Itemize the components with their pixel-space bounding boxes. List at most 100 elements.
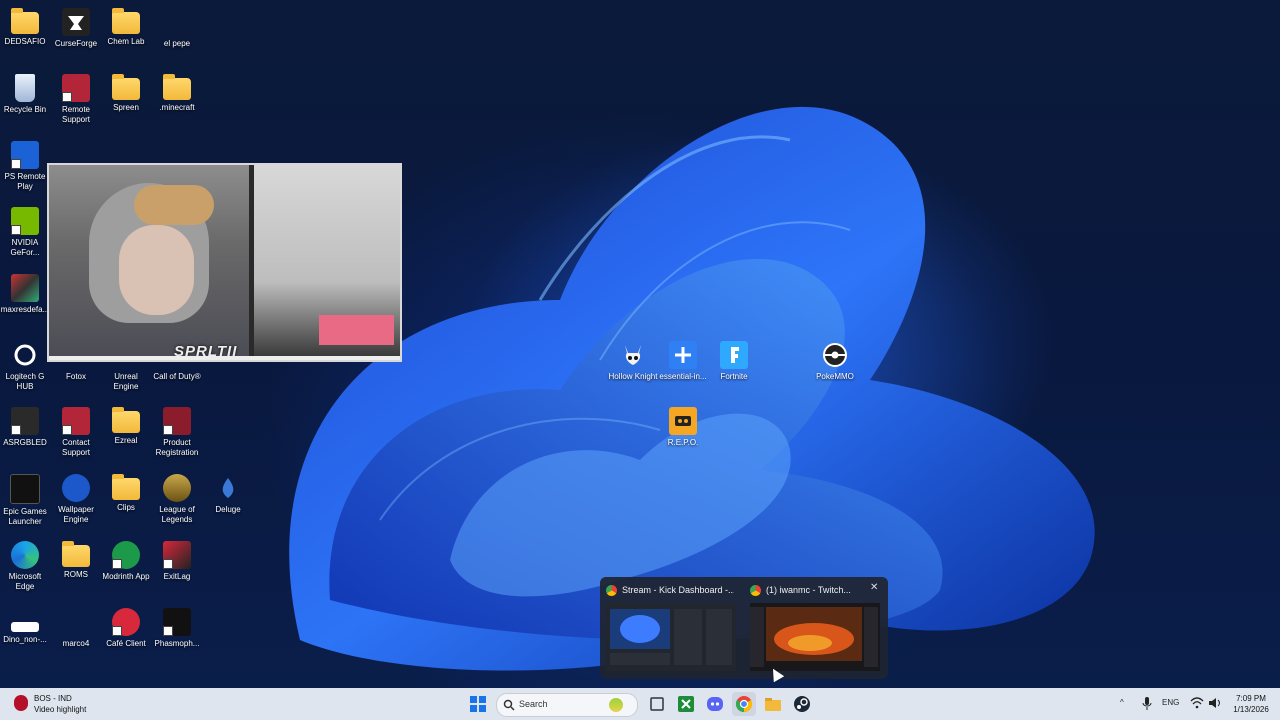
volume-icon[interactable] [1208, 697, 1222, 709]
desktop-icon-label: Deluge [215, 505, 241, 514]
webcam-person-hair [134, 185, 214, 225]
desktop-icon-product-registration[interactable]: Product Registration [152, 407, 202, 458]
essential-icon [669, 341, 697, 369]
desktop-icon-label: essential-in... [659, 372, 707, 381]
search-highlight-icon [609, 698, 623, 712]
desktop-icon-microsoft-edge[interactable]: Microsoft Edge [0, 541, 50, 592]
desktop-icon-label: DEDSAFIO [4, 37, 46, 46]
widget-icon [14, 695, 28, 711]
desktop[interactable]: DEDSAFIO CurseForge Chem Lab el pepe Rec… [0, 0, 1280, 688]
desktop-icon-label: Ezreal [114, 436, 138, 445]
discord-app-button[interactable] [703, 692, 727, 716]
xbox-app-button[interactable] [674, 692, 698, 716]
desktop-icon-recycle-bin[interactable]: Recycle Bin [0, 74, 50, 115]
league-icon [163, 474, 191, 502]
desktop-icon-label: Call of Duty® [153, 372, 201, 381]
desktop-icon-label: League of Legends [159, 505, 195, 524]
deluge-icon [214, 474, 242, 502]
desktop-icon-logitech-g-hub[interactable]: Logitech G HUB [0, 341, 50, 392]
desktop-icon-asrgbled[interactable]: ASRGBLED [0, 407, 50, 448]
desktop-icon-chem-lab[interactable]: Chem Lab [101, 8, 151, 47]
ps-remote-play-icon [11, 141, 39, 169]
desktop-icon-label: Wallpaper Engine [58, 505, 94, 524]
desktop-icon-pokemmo[interactable]: PokeMMO [810, 341, 860, 382]
taskbar-search[interactable]: Search [496, 693, 638, 717]
microphone-icon[interactable] [1142, 697, 1152, 710]
desktop-icon-epic-games[interactable]: Epic Games Launcher [0, 474, 50, 527]
desktop-icon-wallpaper-engine[interactable]: Wallpaper Engine [51, 474, 101, 525]
chrome-app-button[interactable] [732, 692, 756, 716]
exitlag-icon [163, 541, 191, 569]
desktop-icon-label: Contact Support [61, 438, 91, 457]
search-icon [503, 699, 515, 711]
preview-close-button[interactable]: ✕ [870, 582, 878, 593]
desktop-icon-fortnite[interactable]: Fortnite [709, 341, 759, 382]
desktop-icon-curseforge[interactable]: CurseForge [51, 8, 101, 49]
desktop-icon-label: Chem Lab [107, 37, 145, 46]
desktop-icon-essential-installer[interactable]: essential-in... [658, 341, 708, 382]
repo-icon [669, 407, 697, 435]
widget-subtitle: Video highlight [34, 705, 87, 714]
desktop-icon-clips[interactable]: Clips [101, 474, 151, 513]
start-button[interactable] [466, 692, 490, 716]
desktop-icon-deluge[interactable]: Deluge [203, 474, 253, 515]
desktop-icon-label: Modrinth App [102, 572, 150, 581]
chrome-icon [750, 585, 761, 596]
desktop-icon-label: Clips [117, 503, 135, 512]
desktop-icon-ezreal[interactable]: Ezreal [101, 407, 151, 446]
desktop-icon-ps-remote-play[interactable]: PS Remote Play [0, 141, 50, 192]
cafe-client-icon [112, 608, 140, 636]
desktop-icon-exitlag[interactable]: ExitLag [152, 541, 202, 582]
steam-app-button[interactable] [790, 692, 814, 716]
task-view-button[interactable] [645, 692, 669, 716]
desktop-icon-el-pepe[interactable]: el pepe [152, 8, 202, 49]
language-indicator[interactable]: ENG [1162, 698, 1179, 707]
desktop-icon-dedsafio[interactable]: DEDSAFIO [0, 8, 50, 47]
desktop-icon-league-of-legends[interactable]: League of Legends [152, 474, 202, 525]
desktop-icon-nvidia[interactable]: NVIDIA GeFor... [0, 207, 50, 258]
desktop-icon-marco4[interactable]: marco4 [51, 608, 101, 649]
desktop-icon-repo[interactable]: R.E.P.O. [658, 407, 708, 448]
webcam-bottom-bar [49, 356, 400, 360]
desktop-icon-label: Remote Support [61, 105, 91, 124]
steam-icon [794, 696, 810, 712]
curseforge-icon [62, 8, 90, 36]
modrinth-icon [112, 541, 140, 569]
logitech-icon [11, 341, 39, 369]
desktop-icon-label: Phasmoph... [154, 639, 200, 648]
desktop-icon-maxresdefault[interactable]: maxresdefa... [0, 274, 50, 315]
desktop-icon-label: Fortnite [720, 372, 748, 381]
fortnite-icon [720, 341, 748, 369]
preview-card-kick-dashboard[interactable]: Stream - Kick Dashboard -... [602, 581, 738, 675]
desktop-icon-label: NVIDIA GeFor... [10, 238, 40, 257]
desktop-icon-dino[interactable]: Dino_non-... [0, 608, 50, 645]
chevron-up-icon[interactable]: ^ [1120, 698, 1124, 707]
pokemmo-icon [821, 341, 849, 369]
desktop-icon-remote-support[interactable]: Remote Support [51, 74, 101, 125]
desktop-icon-label: el pepe [163, 39, 191, 48]
contact-support-icon [62, 407, 90, 435]
asrock-icon [11, 407, 39, 435]
blank-file-icon [163, 8, 191, 36]
desktop-icon-contact-support[interactable]: Contact Support [51, 407, 101, 458]
desktop-icon-cafe-client[interactable]: Café Client [101, 608, 151, 649]
desktop-icon-label: maxresdefa... [0, 305, 50, 314]
desktop-icon-hollow-knight[interactable]: Hollow Knight [608, 341, 658, 382]
desktop-icon-modrinth[interactable]: Modrinth App [101, 541, 151, 582]
desktop-icon-roms[interactable]: ROMS [51, 541, 101, 580]
preview-card-twitch[interactable]: (1) iwanmc - Twitch... [746, 581, 882, 675]
dino-file-icon [11, 622, 39, 632]
desktop-icon-minecraft-folder[interactable]: .minecraft [152, 74, 202, 113]
wifi-icon[interactable] [1190, 697, 1204, 709]
desktop-icon-label: Dino_non-... [3, 635, 47, 644]
epic-games-icon [10, 474, 40, 504]
system-clock[interactable]: 7:09 PM 1/13/2026 [1226, 693, 1276, 715]
desktop-icon-phasmophobia[interactable]: Phasmoph... [152, 608, 202, 649]
xbox-icon [678, 696, 694, 712]
file-explorer-button[interactable] [761, 692, 785, 716]
desktop-icon-label: Logitech G HUB [5, 372, 45, 391]
desktop-icon-label: Microsoft Edge [8, 572, 42, 591]
preview-thumbnail [606, 603, 736, 671]
desktop-icon-spreen[interactable]: Spreen [101, 74, 151, 113]
preview-thumbnail [750, 603, 880, 671]
